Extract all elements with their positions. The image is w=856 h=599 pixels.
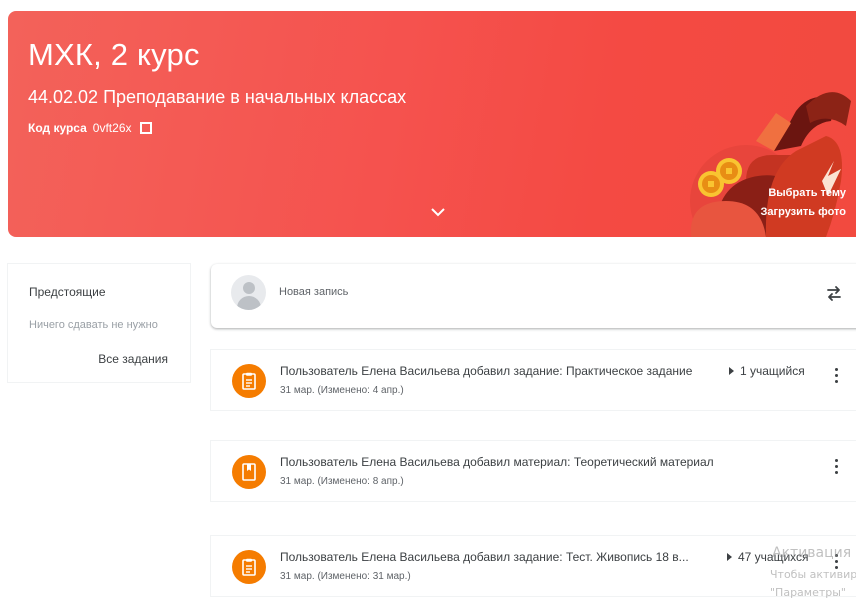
- activation-watermark-line: "Параметры": [770, 586, 846, 599]
- activation-watermark-line: Чтобы активир: [770, 568, 856, 581]
- course-code-label: Код курса: [28, 121, 87, 135]
- new-post-input[interactable]: Новая запись: [279, 286, 348, 298]
- material-icon: [232, 455, 266, 489]
- upload-photo-link[interactable]: Загрузить фото: [761, 206, 846, 218]
- stream-item-title[interactable]: Пользователь Елена Васильева добавил зад…: [280, 364, 692, 378]
- upcoming-empty-text: Ничего сдавать не нужно: [29, 319, 158, 331]
- chevron-down-icon[interactable]: [428, 204, 448, 220]
- course-banner: МХК, 2 курс 44.02.02 Преподавание в нача…: [8, 11, 856, 237]
- stream-item[interactable]: Пользователь Елена Васильева добавил зад…: [211, 536, 856, 596]
- stream-item[interactable]: Пользователь Елена Васильева добавил зад…: [211, 350, 856, 410]
- triangle-icon: [729, 367, 734, 375]
- stream-item-students: 1 учащийся: [740, 364, 805, 378]
- stream-item-date: 31 мар. (Изменено: 31 мар.): [280, 571, 411, 582]
- all-tasks-link[interactable]: Все задания: [98, 352, 168, 366]
- more-vert-icon[interactable]: [835, 368, 839, 386]
- stream-item-title[interactable]: Пользователь Елена Васильева добавил зад…: [280, 550, 689, 564]
- upcoming-card: Предстоящие Ничего сдавать не нужно Все …: [8, 264, 190, 382]
- course-subtitle: 44.02.02 Преподавание в начальных класса…: [28, 87, 407, 107]
- stream-item[interactable]: Пользователь Елена Васильева добавил мат…: [211, 441, 856, 501]
- upcoming-title: Предстоящие: [29, 285, 106, 299]
- course-code-value: 0vft26x: [92, 121, 132, 135]
- new-post-box[interactable]: Новая запись: [211, 264, 856, 328]
- triangle-icon: [727, 553, 732, 561]
- course-title: МХК, 2 курс: [28, 37, 200, 72]
- stream-item-date: 31 мар. (Изменено: 8 апр.): [280, 476, 404, 487]
- avatar: [231, 275, 266, 310]
- assignment-icon: [232, 364, 266, 398]
- stream-item-meta: 1 учащийся: [729, 364, 805, 378]
- more-vert-icon[interactable]: [835, 459, 839, 477]
- course-code: Код курса 0vft26x: [28, 121, 152, 135]
- select-theme-link[interactable]: Выбрать тему: [768, 187, 846, 199]
- activation-watermark: Активация: [772, 545, 852, 561]
- fullscreen-icon[interactable]: [139, 122, 152, 134]
- repost-icon[interactable]: [823, 282, 845, 304]
- stream-item-title[interactable]: Пользователь Елена Васильева добавил мат…: [280, 455, 714, 469]
- assignment-icon: [232, 550, 266, 584]
- stream-item-date: 31 мар. (Изменено: 4 апр.): [280, 385, 404, 396]
